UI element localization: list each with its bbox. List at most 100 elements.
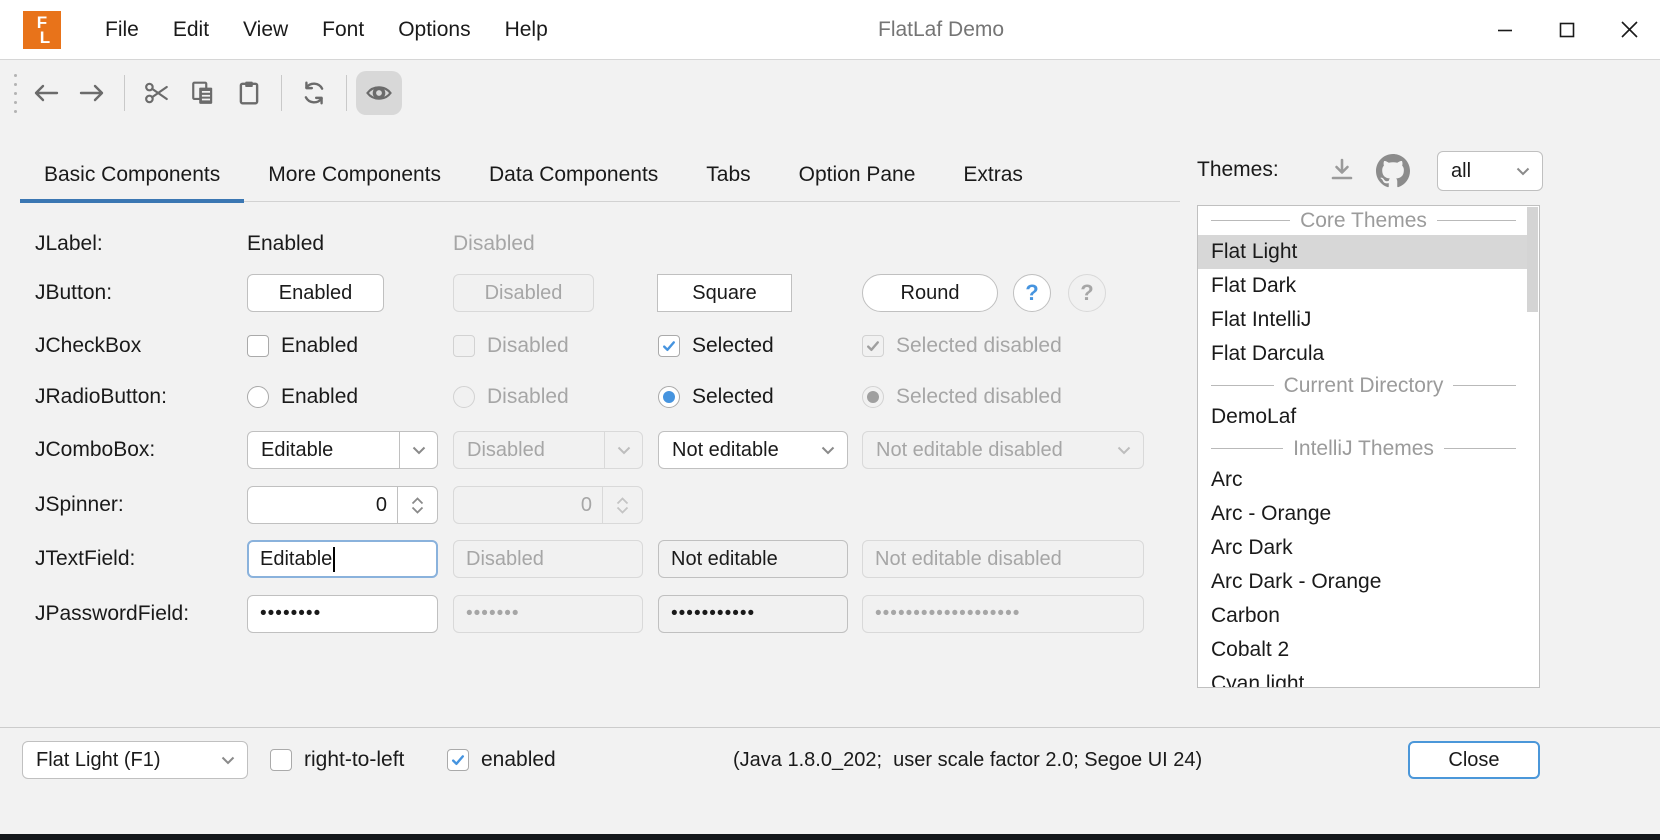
app-logo-icon: FL [23, 11, 61, 49]
cut-button[interactable] [134, 71, 180, 115]
jbutton-row: JButton: Enabled Disabled Square Round ?… [0, 273, 1190, 313]
textfield-disabled: Disabled [453, 540, 643, 578]
disabled-button: Disabled [453, 274, 594, 312]
back-button[interactable] [23, 71, 69, 115]
chevron-down-icon [616, 506, 629, 514]
lookandfeel-combobox[interactable]: Flat Light (F1) [22, 741, 248, 779]
themes-scrollbar-thumb[interactable] [1527, 207, 1538, 312]
checkbox-icon [453, 335, 475, 357]
radio-enabled[interactable]: Enabled [247, 378, 358, 416]
theme-list-item[interactable]: Arc [1198, 463, 1529, 497]
themes-filter-combobox[interactable]: all [1437, 151, 1543, 191]
chevron-down-icon[interactable] [809, 432, 847, 468]
jradiobutton-row: JRadioButton: Enabled Disabled Selected … [0, 377, 1190, 417]
theme-list-item[interactable]: Flat Light [1198, 235, 1529, 269]
spinner-buttons[interactable] [397, 487, 437, 523]
paste-button[interactable] [226, 71, 272, 115]
combobox-not-editable-disabled: Not editable disabled [862, 431, 1144, 469]
row-label: JRadioButton: [35, 377, 167, 417]
passwordfield-disabled: ••••••• [453, 595, 643, 633]
combobox-editable[interactable]: Editable [247, 431, 438, 469]
minimize-button[interactable] [1474, 0, 1536, 59]
checkbox-enabled[interactable]: Enabled [247, 327, 358, 365]
theme-group-separator: Current Directory [1198, 371, 1529, 400]
menu-font[interactable]: Font [305, 0, 381, 60]
close-window-button[interactable] [1598, 0, 1660, 59]
github-button[interactable] [1376, 154, 1410, 188]
theme-list-item[interactable]: Flat Darcula [1198, 337, 1529, 371]
forward-icon [79, 83, 105, 103]
toolbar-grip-handle[interactable] [14, 74, 17, 113]
menu-view[interactable]: View [226, 0, 305, 60]
download-theme-button[interactable] [1328, 158, 1356, 184]
textfield-value: Not editable disabled [875, 548, 1062, 571]
combobox-disabled: Disabled [453, 431, 643, 469]
password-value: •••••••• [260, 603, 321, 625]
spinner-enabled[interactable]: 0 [247, 486, 438, 524]
themes-list-panel: Core ThemesFlat LightFlat DarkFlat Intel… [1197, 205, 1540, 688]
textfield-editable[interactable]: Editable [247, 540, 438, 578]
chevron-down-icon [209, 742, 247, 778]
checkbox-label: enabled [481, 748, 556, 772]
menu-edit[interactable]: Edit [156, 0, 226, 60]
tabbed-pane: Basic Components More Components Data Co… [20, 148, 1180, 202]
menu-file[interactable]: File [88, 0, 156, 60]
password-value: ••••••••••• [671, 603, 755, 625]
right-to-left-checkbox[interactable]: right-to-left [270, 741, 404, 779]
combobox-not-editable[interactable]: Not editable [658, 431, 848, 469]
menu-help[interactable]: Help [488, 0, 565, 60]
chevron-down-icon [1105, 432, 1143, 468]
chevron-down-icon [604, 432, 642, 468]
theme-list-item[interactable]: Arc - Orange [1198, 497, 1529, 531]
chevron-down-icon[interactable] [399, 432, 437, 468]
refresh-button[interactable] [291, 71, 337, 115]
jspinner-row: JSpinner: 0 0 [0, 485, 1190, 525]
tab-option-pane[interactable]: Option Pane [775, 148, 940, 201]
theme-list-item[interactable]: Arc Dark [1198, 531, 1529, 565]
close-button[interactable]: Close [1408, 741, 1540, 779]
theme-list-item[interactable]: Carbon [1198, 599, 1529, 633]
jlabel-enabled: Enabled [247, 224, 324, 264]
theme-list-item[interactable]: Cobalt 2 [1198, 633, 1529, 667]
theme-list-item[interactable]: Arc Dark - Orange [1198, 565, 1529, 599]
radio-selected-icon [862, 386, 884, 408]
refresh-icon [301, 80, 327, 106]
checkbox-label: Enabled [281, 334, 358, 358]
tab-more-components[interactable]: More Components [244, 148, 465, 201]
radio-label: Selected disabled [896, 385, 1062, 409]
forward-button[interactable] [69, 71, 115, 115]
show-details-toggle-button[interactable] [356, 71, 402, 115]
menu-options[interactable]: Options [381, 0, 487, 60]
maximize-button[interactable] [1536, 0, 1598, 59]
checkbox-checked-icon [862, 335, 884, 357]
theme-list-item[interactable]: DemoLaf [1198, 400, 1529, 434]
square-button[interactable]: Square [657, 274, 792, 312]
spinner-value[interactable]: 0 [248, 494, 397, 517]
enabled-button[interactable]: Enabled [247, 274, 384, 312]
combobox-value[interactable]: Editable [248, 439, 399, 462]
back-icon [33, 83, 59, 103]
checkbox-label: right-to-left [304, 748, 404, 772]
screen-edge-strip [0, 834, 1660, 840]
toolbar-separator [346, 75, 347, 111]
tab-extras[interactable]: Extras [939, 148, 1047, 201]
help-button[interactable]: ? [1013, 274, 1051, 312]
tab-tabs[interactable]: Tabs [682, 148, 774, 201]
enabled-checkbox[interactable]: enabled [447, 741, 556, 779]
passwordfield-enabled[interactable]: •••••••• [247, 595, 438, 633]
copy-button[interactable] [180, 71, 226, 115]
checkbox-selected[interactable]: Selected [658, 327, 774, 365]
theme-list-item[interactable]: Cyan light [1198, 667, 1529, 688]
theme-list-item[interactable]: Flat IntelliJ [1198, 303, 1529, 337]
textfield-not-editable[interactable]: Not editable [658, 540, 848, 578]
round-button[interactable]: Round [862, 274, 998, 312]
tab-basic-components[interactable]: Basic Components [20, 148, 244, 201]
radio-selected[interactable]: Selected [658, 378, 774, 416]
close-icon [1621, 21, 1638, 38]
row-label: JComboBox: [35, 430, 155, 470]
titlebar: FL File Edit View Font Options Help Flat… [0, 0, 1660, 60]
minimize-icon [1497, 22, 1513, 38]
passwordfield-not-editable[interactable]: ••••••••••• [658, 595, 848, 633]
tab-data-components[interactable]: Data Components [465, 148, 682, 201]
theme-list-item[interactable]: Flat Dark [1198, 269, 1529, 303]
